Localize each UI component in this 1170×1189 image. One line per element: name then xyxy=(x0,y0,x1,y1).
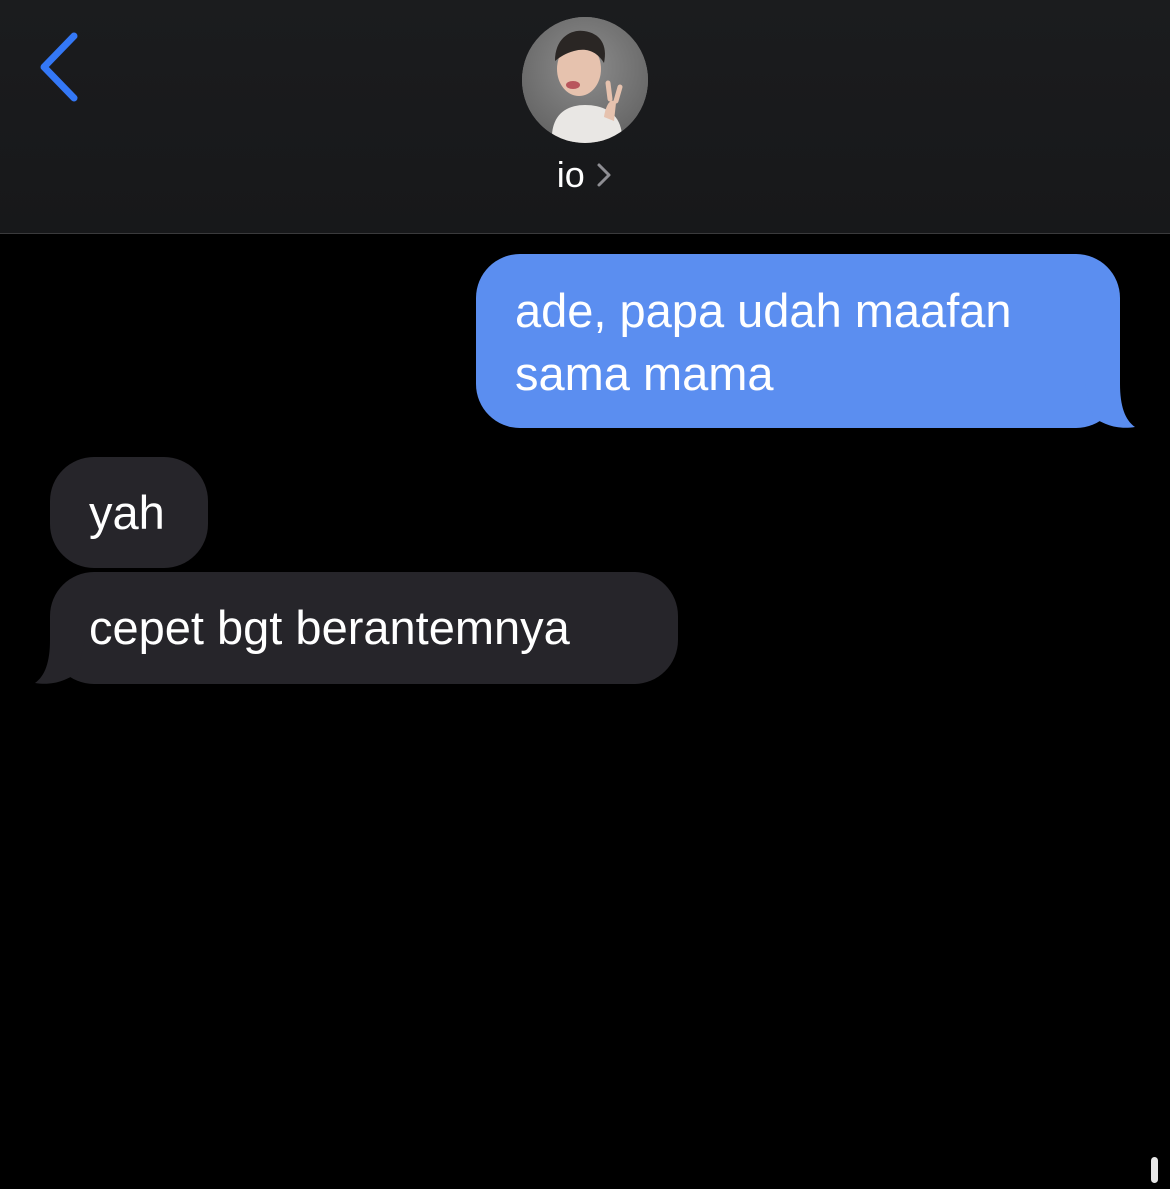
message-text: yah xyxy=(89,486,165,539)
back-button[interactable] xyxy=(30,28,90,108)
chevron-left-icon xyxy=(40,32,78,102)
avatar-photo xyxy=(522,17,648,143)
outgoing-bubble-tail xyxy=(1085,384,1135,428)
message-text: cepet bgt berantemnya xyxy=(89,601,570,654)
outgoing-message-bubble[interactable]: ade, papa udah maafan sama mama xyxy=(476,254,1120,428)
incoming-bubble-tail xyxy=(35,640,85,684)
incoming-message-bubble[interactable]: cepet bgt berantemnya xyxy=(50,572,678,684)
contact-info-button[interactable]: io xyxy=(0,154,1170,196)
message-text: ade, papa udah maafan sama mama xyxy=(515,284,1012,400)
contact-avatar[interactable] xyxy=(522,17,648,143)
incoming-message-bubble[interactable]: yah xyxy=(50,457,208,568)
contact-name: io xyxy=(556,154,585,195)
chevron-right-icon xyxy=(597,163,611,187)
scroll-indicator[interactable] xyxy=(1151,1157,1158,1183)
conversation-header: io xyxy=(0,0,1170,234)
